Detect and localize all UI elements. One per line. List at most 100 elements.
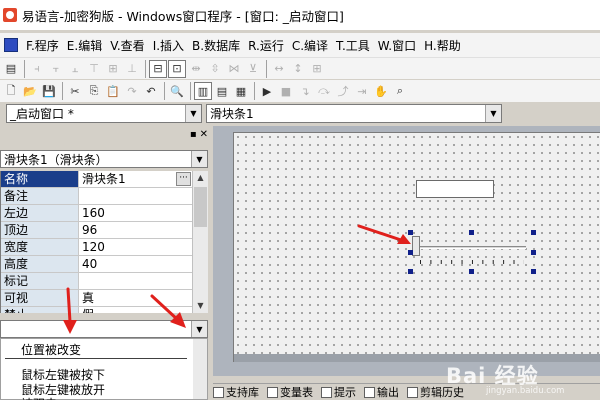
property-scrollbar[interactable]: ▲ ▼ <box>192 171 208 313</box>
undo-icon[interactable]: ↶ <box>142 82 160 100</box>
binoculars-icon[interactable]: ⌕ <box>391 82 409 100</box>
paste-icon[interactable]: 📋 <box>104 82 122 100</box>
chevron-down-icon[interactable]: ▼ <box>191 321 207 337</box>
run-to-icon[interactable]: ⇥ <box>353 82 371 100</box>
tab-hints[interactable]: 提示 <box>321 384 356 400</box>
scroll-thumb[interactable] <box>194 187 207 227</box>
event-item[interactable]: 位置被改变 <box>21 341 81 358</box>
scroll-up-icon[interactable]: ▲ <box>193 171 208 185</box>
menu-window[interactable]: W.窗口 <box>374 37 420 54</box>
menu-help[interactable]: H.帮助 <box>420 37 465 54</box>
system-menu-icon[interactable] <box>4 38 18 52</box>
property-row[interactable]: 备注 <box>1 188 192 205</box>
align-right-icon[interactable]: ⫠ <box>66 60 84 78</box>
property-row[interactable]: 可视 真 <box>1 290 192 307</box>
event-item[interactable]: 被双击 <box>21 395 57 400</box>
tab-output[interactable]: 输出 <box>364 384 399 400</box>
chevron-down-icon[interactable]: ▼ <box>191 151 207 167</box>
stop-icon[interactable]: ■ <box>277 82 295 100</box>
hand-icon[interactable]: ✋ <box>372 82 390 100</box>
menu-program[interactable]: F.程序 <box>22 37 63 54</box>
property-value[interactable]: 160 <box>79 205 192 221</box>
open-icon[interactable]: 📂 <box>21 82 39 100</box>
property-value[interactable] <box>79 273 192 289</box>
resize-handle[interactable] <box>469 269 474 274</box>
tab-support-library[interactable]: 支持库 <box>213 384 259 400</box>
redo-icon[interactable]: ↷ <box>123 82 141 100</box>
object-selector[interactable]: 滑块条1（滑块条） ▼ <box>0 150 208 168</box>
cut-icon[interactable]: ✂ <box>66 82 84 100</box>
component-selector[interactable]: 滑块条1 ▼ <box>206 104 502 123</box>
same-width-icon[interactable]: ⊻ <box>244 60 262 78</box>
slider-control[interactable] <box>408 230 536 274</box>
space-v-icon[interactable]: ⇳ <box>206 60 224 78</box>
resize-handle[interactable] <box>531 269 536 274</box>
resize-handle[interactable] <box>531 250 536 255</box>
ellipsis-button[interactable]: ··· <box>176 172 191 186</box>
window-selector[interactable]: _启动窗口 * ▼ <box>6 104 202 123</box>
same-height-icon[interactable]: ↔ <box>270 60 288 78</box>
align-left-icon[interactable]: ⫞ <box>28 60 46 78</box>
resize-handle[interactable] <box>469 230 474 235</box>
align-top-icon[interactable]: ⊤ <box>85 60 103 78</box>
tab-variables[interactable]: 变量表 <box>267 384 313 400</box>
find-icon[interactable]: 🔍 <box>168 82 186 100</box>
close-icon[interactable]: ✕ <box>200 129 208 140</box>
property-value[interactable] <box>79 188 192 204</box>
menu-insert[interactable]: I.插入 <box>149 37 188 54</box>
center-h-icon[interactable]: ⊟ <box>149 59 167 78</box>
align-center-icon[interactable]: ⫟ <box>47 60 65 78</box>
property-row[interactable]: 名称 滑块条1 ··· <box>1 171 192 188</box>
property-row[interactable]: 宽度 120 <box>1 239 192 256</box>
watermark-url: jingyan.baidu.com <box>486 386 565 396</box>
slider-thumb[interactable] <box>412 236 420 256</box>
resize-handle[interactable] <box>408 269 413 274</box>
form-canvas[interactable] <box>233 132 600 362</box>
menu-database[interactable]: B.数据库 <box>188 37 244 54</box>
property-row[interactable]: 高度 40 <box>1 256 192 273</box>
edit-box-control[interactable] <box>416 180 494 198</box>
grid-icon[interactable]: ⊞ <box>308 60 326 78</box>
resize-handle[interactable] <box>531 230 536 235</box>
property-value[interactable]: 40 <box>79 256 192 272</box>
copy-icon[interactable]: ⎘ <box>85 82 103 100</box>
property-value[interactable]: 滑块条1 ··· <box>79 171 192 187</box>
chevron-down-icon[interactable]: ▼ <box>185 105 201 122</box>
event-list-scrollbar[interactable] <box>193 339 207 399</box>
form-icon[interactable]: ▤ <box>2 60 20 78</box>
align-middle-icon[interactable]: ⊞ <box>104 60 122 78</box>
view2-icon[interactable]: ▤ <box>213 82 231 100</box>
menu-view[interactable]: V.查看 <box>106 37 148 54</box>
space-h-icon[interactable]: ⇹ <box>187 60 205 78</box>
chevron-down-icon[interactable]: ▼ <box>485 105 501 122</box>
resize-handle[interactable] <box>408 230 413 235</box>
new-icon[interactable]: 🗋 <box>2 82 20 100</box>
same-size-icon[interactable]: ↕ <box>289 60 307 78</box>
menu-tools[interactable]: T.工具 <box>332 37 374 54</box>
save-icon[interactable]: 💾 <box>40 82 58 100</box>
menu-edit[interactable]: E.编辑 <box>63 37 106 54</box>
event-selector[interactable]: ▼ <box>0 320 208 338</box>
property-row[interactable]: 禁止 假 <box>1 307 192 313</box>
space-equal-icon[interactable]: ⋈ <box>225 60 243 78</box>
view3-icon[interactable]: ▦ <box>232 82 250 100</box>
pin-icon[interactable]: ▪ <box>190 129 197 140</box>
step-out-icon[interactable]: ⤴ <box>334 82 352 100</box>
scroll-down-icon[interactable]: ▼ <box>193 299 208 313</box>
property-row[interactable]: 左边 160 <box>1 205 192 222</box>
step-over-icon[interactable]: ⤼ <box>315 82 333 100</box>
run-icon[interactable]: ▶ <box>258 82 276 100</box>
resize-handle[interactable] <box>408 250 413 255</box>
menu-run[interactable]: R.运行 <box>244 37 288 54</box>
property-value[interactable]: 真 <box>79 290 192 306</box>
property-value[interactable]: 120 <box>79 239 192 255</box>
align-bottom-icon[interactable]: ⊥ <box>123 60 141 78</box>
center-v-icon[interactable]: ⊡ <box>168 59 186 78</box>
step-into-icon[interactable]: ↴ <box>296 82 314 100</box>
property-value[interactable]: 假 <box>79 307 192 313</box>
menu-compile[interactable]: C.编译 <box>288 37 332 54</box>
property-row[interactable]: 标记 <box>1 273 192 290</box>
property-row[interactable]: 顶边 96 <box>1 222 192 239</box>
property-value[interactable]: 96 <box>79 222 192 238</box>
view1-icon[interactable]: ▥ <box>194 82 212 100</box>
